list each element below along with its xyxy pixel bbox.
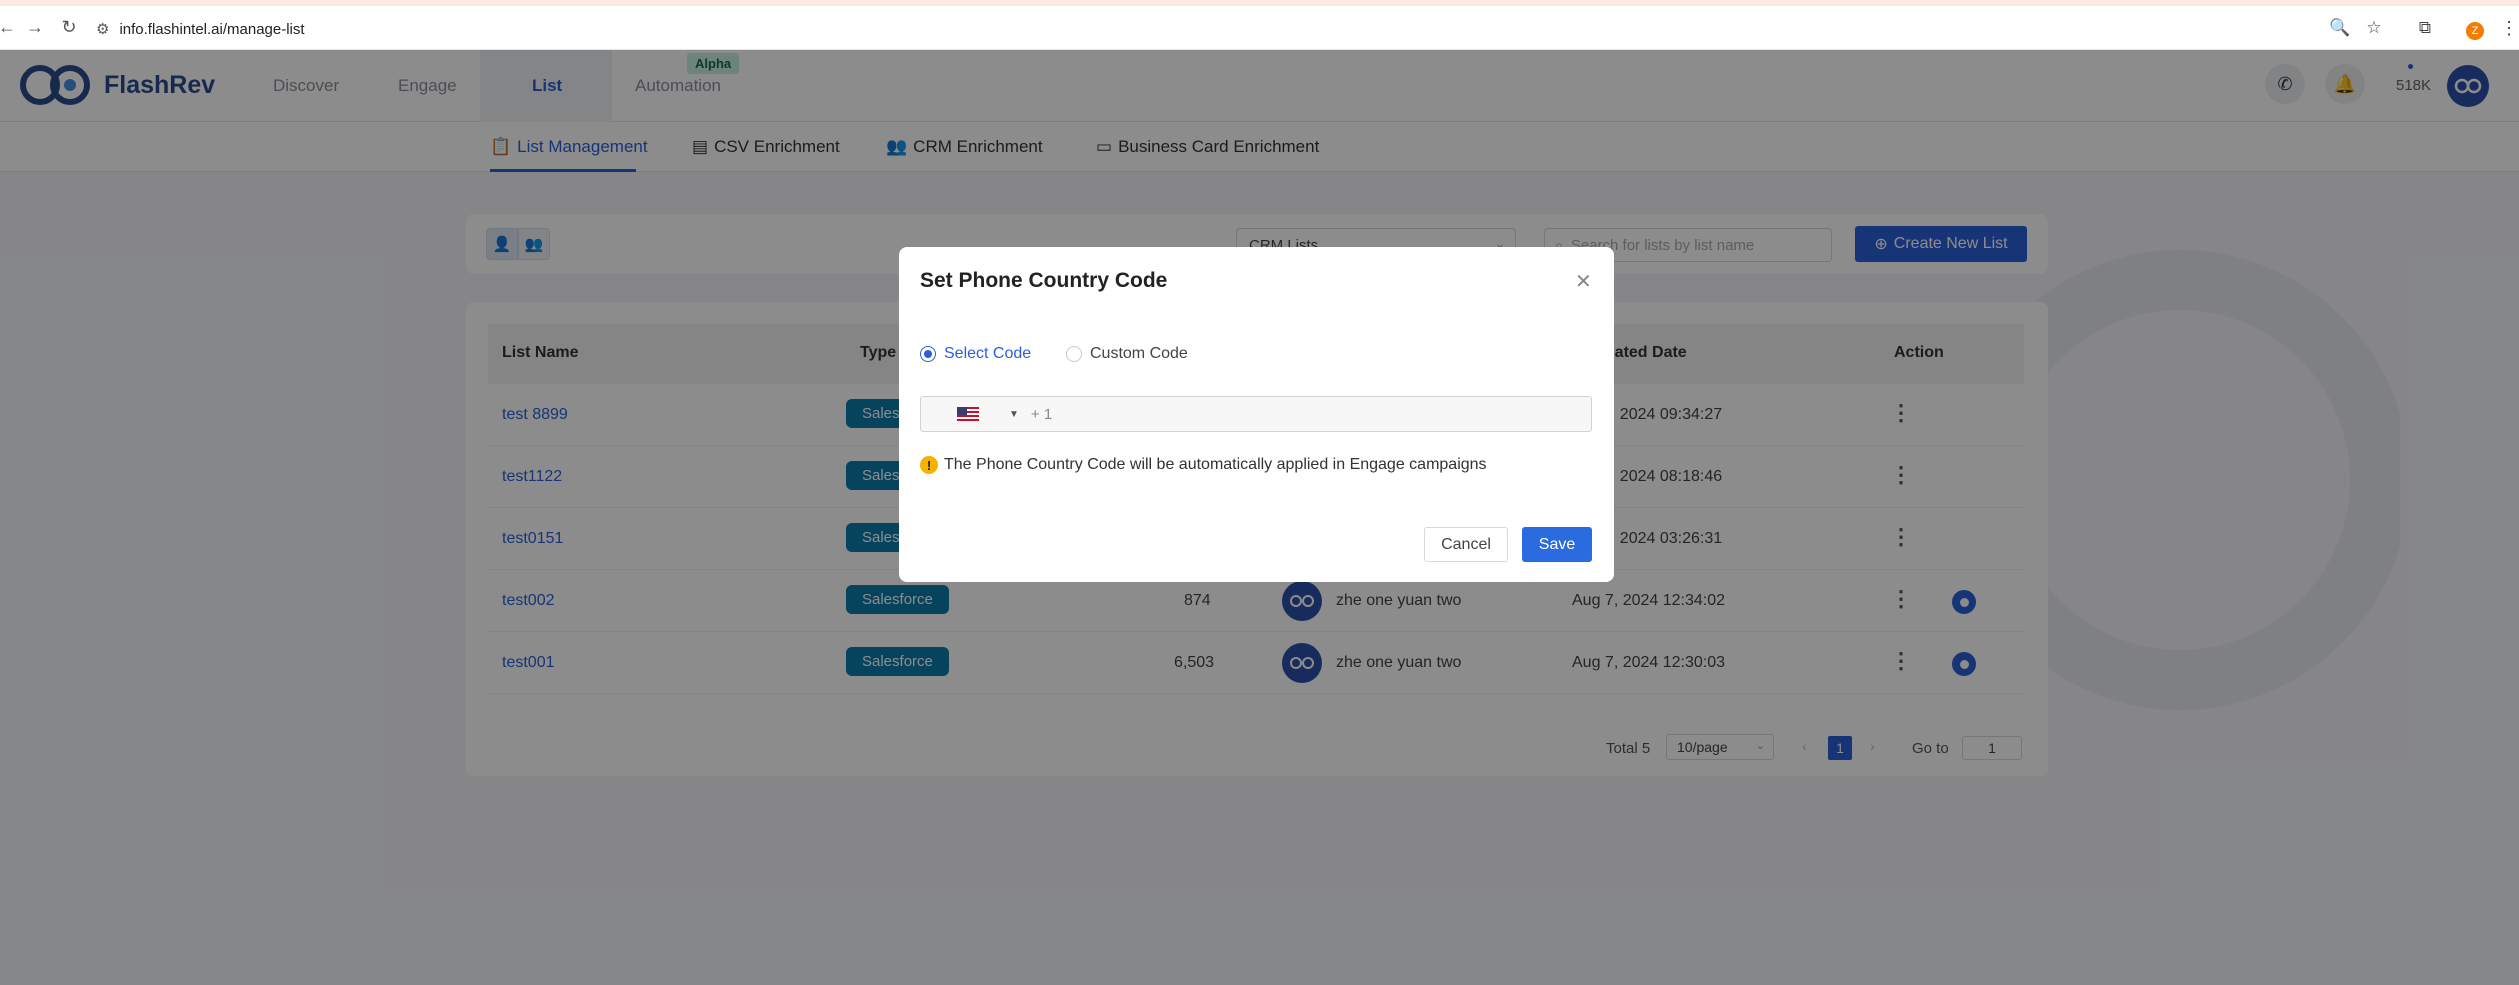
url-text[interactable]: info.flashintel.ai/manage-list [119, 21, 304, 38]
notice-text: The Phone Country Code will be automatic… [944, 456, 1487, 473]
us-flag-icon[interactable] [957, 407, 979, 421]
reload-icon[interactable]: ↻ [56, 14, 82, 40]
phone-country-code-dialog: Set Phone Country Code ✕ Select Code Cus… [899, 247, 1614, 582]
radio-custom-code-label[interactable]: Custom Code [1090, 345, 1188, 363]
dial-code-value: + 1 [1030, 405, 1053, 423]
zoom-icon[interactable]: 🔍 [2328, 16, 2352, 40]
radio-unchecked-icon[interactable] [1066, 346, 1082, 362]
forward-icon[interactable]: → [22, 14, 48, 40]
profile-avatar[interactable]: Z [2466, 22, 2484, 40]
address-bar[interactable]: ⚙ info.flashintel.ai/manage-list [96, 14, 305, 44]
back-icon[interactable]: ← [0, 14, 20, 40]
warning-icon: ! [920, 456, 938, 474]
bookmark-star-icon[interactable]: ☆ [2362, 16, 2386, 40]
country-code-notice: ! The Phone Country Code will be automat… [920, 456, 1487, 474]
radio-checked-icon[interactable] [920, 346, 936, 362]
save-button[interactable]: Save [1522, 527, 1592, 562]
radio-select-code[interactable]: Select Code [920, 345, 1031, 363]
radio-select-code-label[interactable]: Select Code [944, 345, 1031, 363]
browser-menu-icon[interactable]: ⋮ [2500, 18, 2518, 39]
country-code-field[interactable]: ▼ + 1 [920, 396, 1592, 432]
cancel-button[interactable]: Cancel [1424, 527, 1508, 562]
dialog-title: Set Phone Country Code [920, 269, 1168, 292]
caret-down-icon[interactable]: ▼ [1009, 409, 1019, 420]
site-settings-icon[interactable]: ⚙ [96, 20, 109, 38]
extensions-icon[interactable]: ⧉ [2413, 16, 2437, 40]
close-icon[interactable]: ✕ [1575, 269, 1592, 294]
radio-custom-code[interactable]: Custom Code [1066, 345, 1188, 363]
browser-toolbar: ← → ↻ ⚙ info.flashintel.ai/manage-list 🔍… [0, 6, 2519, 50]
